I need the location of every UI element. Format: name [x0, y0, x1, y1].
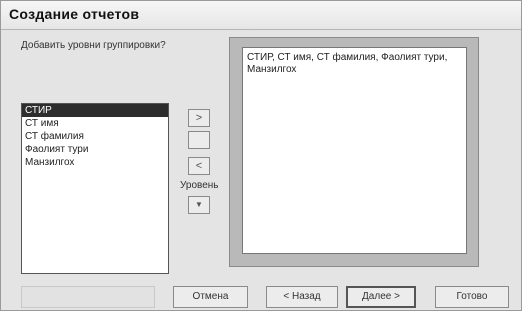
available-fields-list[interactable]: СТИР СТ имя СТ фамилия Фаолият тури Манз… — [21, 103, 169, 274]
field-item-last-name[interactable]: СТ фамилия — [22, 130, 168, 143]
report-wizard-window: Создание отчетов Добавить уровни группир… — [0, 0, 522, 311]
level-down-button[interactable]: ▼ — [188, 196, 210, 214]
add-field-button[interactable]: > — [188, 109, 210, 127]
arrow-down-icon: ▼ — [195, 200, 203, 209]
level-label: Уровень — [180, 180, 219, 191]
options-button[interactable] — [21, 286, 155, 308]
window-title: Создание отчетов — [9, 6, 140, 22]
field-item-address[interactable]: Манзилгох — [22, 156, 168, 169]
field-item-activity-type[interactable]: Фаолият тури — [22, 143, 168, 156]
grouping-prompt: Добавить уровни группировки? — [21, 40, 166, 51]
grouping-preview-text: СТИР, СТ имя, СТ фамилия, Фаолият тури, … — [247, 52, 448, 75]
cancel-button[interactable]: Отмена — [173, 286, 248, 308]
back-button[interactable]: < Назад — [266, 286, 338, 308]
remove-field-button[interactable]: < — [188, 157, 210, 175]
field-item-first-name[interactable]: СТ имя — [22, 117, 168, 130]
next-button[interactable]: Далее > — [346, 286, 416, 308]
add-all-fields-button[interactable] — [188, 131, 210, 149]
grouping-preview-box: СТИР, СТ имя, СТ фамилия, Фаолият тури, … — [242, 47, 467, 254]
title-bar: Создание отчетов — [1, 1, 521, 30]
field-item-stir[interactable]: СТИР — [22, 104, 168, 117]
finish-button[interactable]: Готово — [435, 286, 509, 308]
grouping-preview-panel: СТИР, СТ имя, СТ фамилия, Фаолият тури, … — [229, 37, 479, 267]
